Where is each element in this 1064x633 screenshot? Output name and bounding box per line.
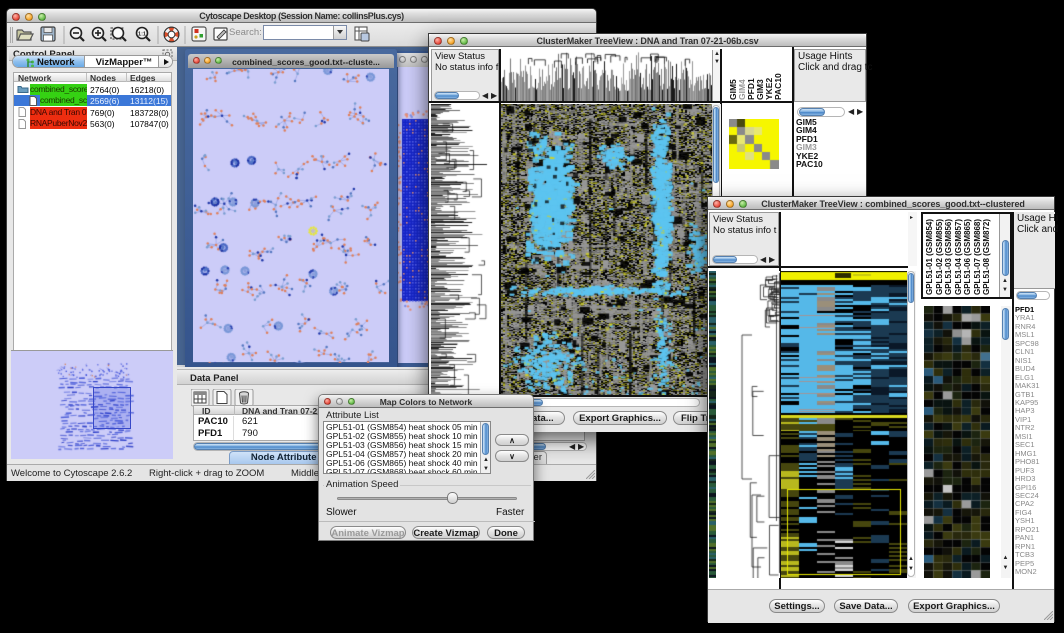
- svg-text:1:1: 1:1: [138, 32, 146, 38]
